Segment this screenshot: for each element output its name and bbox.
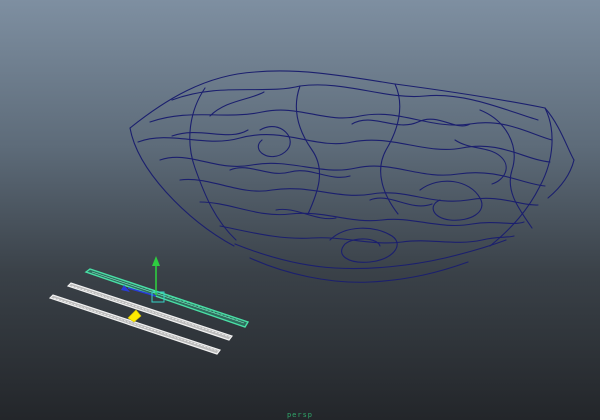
camera-label: persp (286, 411, 314, 419)
scene-canvas[interactable] (0, 0, 600, 420)
curve-nest[interactable] (129, 70, 575, 283)
viewport-perspective[interactable]: persp (0, 0, 600, 420)
